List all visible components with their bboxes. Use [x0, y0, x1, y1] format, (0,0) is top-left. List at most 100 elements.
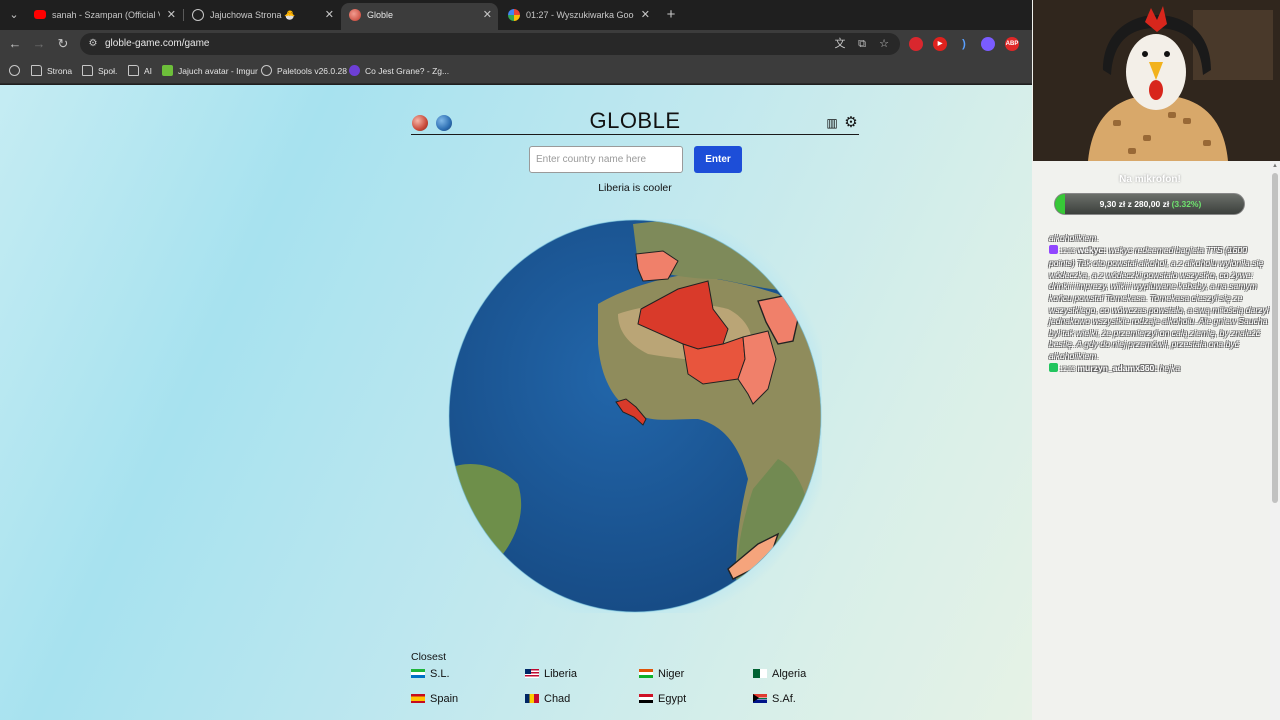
- globe-icon: [261, 65, 272, 76]
- wave-extension-icon[interactable]: ): [957, 37, 971, 51]
- settings-gear-icon[interactable]: ⚙: [843, 115, 859, 131]
- chat-feed: alkoholikiem. 12:03 wekyc: wekyc redeeme…: [1049, 233, 1271, 376]
- close-tab-icon[interactable]: ✕: [483, 3, 492, 27]
- chad-flag-icon: [525, 694, 539, 703]
- close-tab-icon[interactable]: ✕: [325, 3, 334, 27]
- folder-icon: [128, 65, 139, 76]
- kick-badge-icon: [1049, 362, 1058, 372]
- grid-icon: [9, 65, 20, 76]
- niger-flag-icon: [639, 669, 653, 678]
- apps-icon[interactable]: [9, 58, 25, 84]
- tab-search-chevron-icon[interactable]: ⌄: [4, 5, 24, 25]
- bookmark-star-icon[interactable]: ☆: [876, 36, 892, 52]
- bookmark-strona[interactable]: Strona: [31, 58, 72, 84]
- game-header: GLOBLE ▥ ⚙: [411, 109, 859, 135]
- twitch-badge-icon: [1049, 244, 1058, 254]
- address-bar[interactable]: ⚙ globle-game.com/game 文 ⧉ ☆: [80, 33, 900, 55]
- guess-name: Niger: [658, 668, 685, 680]
- sierra-leone-flag-icon: [411, 669, 425, 678]
- back-arrow-icon[interactable]: ←: [5, 34, 25, 54]
- translate-icon[interactable]: 文: [832, 36, 848, 52]
- bookmark-jajuch-avatar[interactable]: Jajuch avatar - Imgur: [162, 58, 258, 84]
- closest-label: Closest: [411, 651, 447, 663]
- chat-message: 12:03 murzyn_adamx360: hejka: [1049, 362, 1271, 377]
- url-text: globle-game.com/game: [105, 38, 210, 49]
- guess-spain[interactable]: Spain: [411, 692, 458, 706]
- bookmark-label: Społ.: [98, 66, 118, 76]
- page-scrollbar[interactable]: ▲: [1270, 161, 1280, 720]
- guess-niger[interactable]: Niger: [639, 667, 684, 681]
- chat-username: wekyc:: [1077, 244, 1107, 255]
- tab-title: Globle: [367, 10, 394, 20]
- guess-liberia[interactable]: Liberia: [525, 667, 577, 681]
- spain-flag-icon: [411, 694, 425, 703]
- tab-globle[interactable]: Globle ✕: [341, 3, 498, 30]
- goal-current: 9,30 zł: [1099, 199, 1126, 209]
- tab-jajuchowa[interactable]: Jajuchowa Strona 🐣 ✕: [184, 3, 340, 27]
- globe[interactable]: [435, 206, 835, 626]
- guess-egypt[interactable]: Egypt: [639, 692, 686, 706]
- enter-button[interactable]: Enter: [694, 146, 742, 173]
- site-info-icon[interactable]: ⚙: [87, 38, 99, 50]
- algeria-flag-icon: [753, 669, 767, 678]
- guess-algeria[interactable]: Algeria: [753, 667, 806, 681]
- donation-goal-bar: 9,30 zł z 280,00 zł (3.32%): [1054, 193, 1245, 215]
- tab-google[interactable]: 01:27 - Wyszukiwarka Google ✕: [500, 3, 656, 27]
- youtube-extension-icon[interactable]: ▶: [933, 37, 947, 51]
- bookmark-label: Co Jest Grane? - Zg...: [365, 66, 450, 76]
- new-tab-button[interactable]: +: [662, 3, 680, 27]
- guess-name: Egypt: [658, 693, 687, 705]
- folder-icon: [82, 65, 93, 76]
- chicken-wattle: [1149, 80, 1163, 100]
- bookmark-label: Jajuch avatar - Imgur: [178, 66, 258, 76]
- google-icon: [508, 9, 520, 21]
- stream-overlay: Na mikrofon! 9,30 zł z 280,00 zł (3.32%)…: [1032, 0, 1280, 720]
- bookmark-ai[interactable]: AI: [128, 58, 152, 84]
- bookmark-label: Paletools v26.0.28: [277, 66, 347, 76]
- chat-text: wekyc redeemed bagieta TTS (1600 points)…: [1049, 244, 1269, 361]
- chat-username: murzyn_adamx360:: [1077, 362, 1158, 373]
- statistics-icon[interactable]: ▥: [824, 115, 840, 131]
- chat-timestamp: 12:03: [1060, 248, 1076, 255]
- compass-extension-icon[interactable]: [981, 37, 995, 51]
- feedback-message: Liberia is cooler: [598, 182, 672, 194]
- guess-chad[interactable]: Chad: [525, 692, 570, 706]
- close-tab-icon[interactable]: ✕: [167, 3, 176, 27]
- chat-text: hejka: [1159, 362, 1181, 373]
- globle-favicon-icon: [349, 9, 361, 21]
- extension-red-icon[interactable]: [909, 37, 923, 51]
- chat-message: 12:03 wekyc: wekyc redeemed bagieta TTS …: [1049, 244, 1271, 363]
- donation-goal-text: 9,30 zł z 280,00 zł (3.32%): [1055, 194, 1246, 214]
- guess-name: Algeria: [772, 668, 807, 680]
- globe-icon: [192, 9, 204, 21]
- scroll-up-icon[interactable]: ▲: [1272, 163, 1278, 169]
- guess-sierra-leone[interactable]: S.L.: [411, 667, 450, 681]
- guess-south-africa[interactable]: S.Af.: [753, 692, 796, 706]
- guess-name: S.L.: [430, 668, 450, 680]
- bookmark-paletools[interactable]: Paletools v26.0.28: [261, 58, 347, 84]
- folder-icon: [31, 65, 42, 76]
- guess-name: Liberia: [544, 668, 578, 680]
- tab-sanah[interactable]: sanah - Szampan (Official Vide ✕: [26, 3, 182, 27]
- game-title: GLOBLE: [589, 108, 681, 133]
- close-tab-icon[interactable]: ✕: [641, 3, 650, 27]
- site-icon: [349, 65, 360, 76]
- scrollbar-thumb[interactable]: [1272, 173, 1278, 503]
- bookmark-spol[interactable]: Społ.: [82, 58, 117, 84]
- donation-goal-title: Na mikrofon!: [1119, 174, 1181, 185]
- tab-title: Jajuchowa Strona 🐣: [210, 10, 296, 20]
- adblock-plus-icon[interactable]: ABP: [1005, 37, 1019, 51]
- bookmark-label: Strona: [47, 66, 73, 76]
- install-app-icon[interactable]: ⧉: [854, 36, 870, 52]
- forward-arrow-icon[interactable]: →: [29, 34, 49, 54]
- bookmark-co-jest-grane[interactable]: Co Jest Grane? - Zg...: [349, 58, 449, 84]
- imgur-icon: [162, 65, 173, 76]
- country-input[interactable]: [529, 146, 683, 173]
- chat-timestamp: 12:03: [1060, 366, 1076, 373]
- goal-percent: (3.32%): [1171, 199, 1202, 209]
- bookmark-label: AI: [144, 66, 153, 76]
- reload-icon[interactable]: ↻: [53, 34, 73, 54]
- chat-fragment: alkoholikiem.: [1049, 233, 1099, 243]
- webcam-feed: [1033, 0, 1280, 161]
- south-africa-flag-icon: [753, 694, 767, 703]
